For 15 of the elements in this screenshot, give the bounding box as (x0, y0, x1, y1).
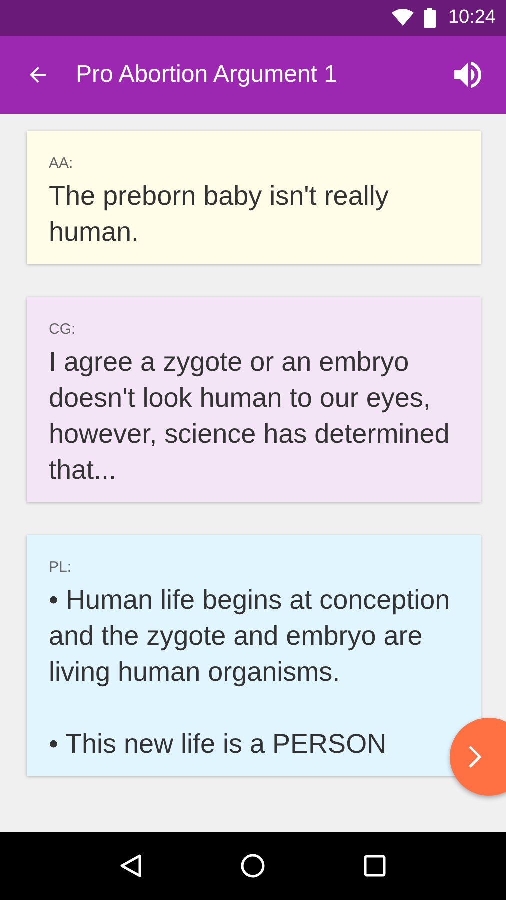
message-text: • Human life begins at conception and the zygote and embryo are living human organisms. (49, 584, 452, 689)
recents-icon[interactable] (364, 855, 386, 877)
home-icon[interactable] (240, 854, 265, 878)
speaker-label: AA: (49, 155, 74, 172)
speaker-label: CG: (49, 321, 77, 338)
back-icon[interactable] (120, 854, 142, 878)
chevron-right-icon (468, 745, 482, 769)
message-text: I agree a zygote or an embryo doesn't look human to our eyes, however, science has determined that... (49, 346, 451, 487)
clock: 10:24 (448, 7, 496, 29)
message-text: The preborn baby isn't really human. (49, 180, 390, 249)
message-text: • This new life is a PERSON (49, 728, 388, 761)
speaker-label: PL: (49, 559, 73, 576)
screen-title: Pro Abortion Argument 1 (76, 61, 338, 89)
battery-icon (424, 8, 436, 28)
wifi-icon (392, 9, 414, 27)
